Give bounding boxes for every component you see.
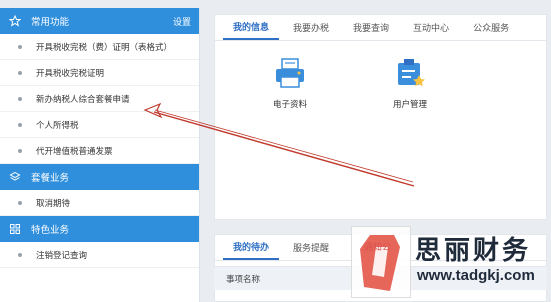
grid-icon [8,222,22,236]
section-title: 套餐业务 [31,173,70,184]
bullet-icon [18,123,22,127]
tile-label: 用户管理 [393,100,428,110]
sidebar-item-label: 开具税收完税（费）证明（表格式） [36,42,173,53]
bullet-icon [18,45,22,49]
bullet-icon [18,253,22,257]
section-header-featured[interactable]: 特色业务 [0,216,199,242]
layers-icon [8,170,22,184]
sidebar-item-tax-certificate-table[interactable]: 开具税收完税（费）证明（表格式） [0,34,199,60]
section-header-package[interactable]: 套餐业务 [0,164,199,190]
settings-link[interactable]: 设置 [173,15,191,28]
printer-icon [273,57,307,92]
user-management-icon [393,57,427,92]
star-icon [8,14,22,28]
tab-public-service[interactable]: 公众服务 [463,15,519,40]
bullet-icon [18,201,22,205]
brand-name: 思丽财务 [415,236,532,266]
sidebar-item-label: 代开增值税普通发票 [36,146,113,157]
section-title: 特色业务 [31,225,70,236]
brand-url: www.tadgkj.com [417,267,535,284]
tab-my-info[interactable]: 我的信息 [223,15,280,40]
tab-query[interactable]: 我要查询 [343,15,399,40]
sidebar-item-label: 开具税收完税证明 [36,68,105,79]
section-title: 常用功能 [31,17,70,28]
tile-label: 电子资料 [273,100,308,110]
bullet-icon [18,71,22,75]
sidebar-item-label: 新办纳税人综合套餐申请 [36,94,130,105]
tab-bar: 我的信息 我要办税 我要查询 互动中心 公众服务 [215,15,546,41]
notice-text: 通知公 [364,243,392,253]
sidebar-item-tax-certificate[interactable]: 开具税收完税证明 [0,60,199,86]
tile-electronic-data[interactable]: 电子资料 [273,57,307,110]
bullet-icon [18,149,22,153]
info-panel: 我的信息 我要办税 我要查询 互动中心 公众服务 电子资料 用户管理 [214,14,547,220]
watermark-logo [351,226,411,298]
sidebar-item-new-taxpayer-package[interactable]: 新办纳税人综合套餐申请 [0,86,199,112]
tab-interaction-center[interactable]: 互动中心 [403,15,459,40]
sidebar: 常用功能 设置 开具税收完税（费）证明（表格式） 开具税收完税证明 新办纳税人综… [0,8,200,302]
sidebar-item-deregistration-query[interactable]: 注销登记查询 [0,242,199,268]
sidebar-item-vat-invoice[interactable]: 代开增值税普通发票 [0,138,199,164]
watermark: 通知公 思丽财务 www.tadgkj.com [351,222,551,302]
tab-service-reminder[interactable]: 服务提醒 [283,235,339,260]
bullet-icon [18,97,22,101]
tab-my-todo[interactable]: 我的待办 [223,235,280,260]
tab-file-tax[interactable]: 我要办税 [283,15,339,40]
column-header-item-name: 事项名称 [226,274,261,285]
tile-user-management[interactable]: 用户管理 [393,57,427,110]
sidebar-item-label: 取消期待 [36,198,71,209]
sidebar-item-cancel-expectation[interactable]: 取消期待 [0,190,199,216]
sidebar-item-personal-income-tax[interactable]: 个人所得税 [0,112,199,138]
sidebar-item-label: 注销登记查询 [36,250,88,261]
section-header-common[interactable]: 常用功能 设置 [0,8,199,34]
sidebar-item-label: 个人所得税 [36,120,79,131]
